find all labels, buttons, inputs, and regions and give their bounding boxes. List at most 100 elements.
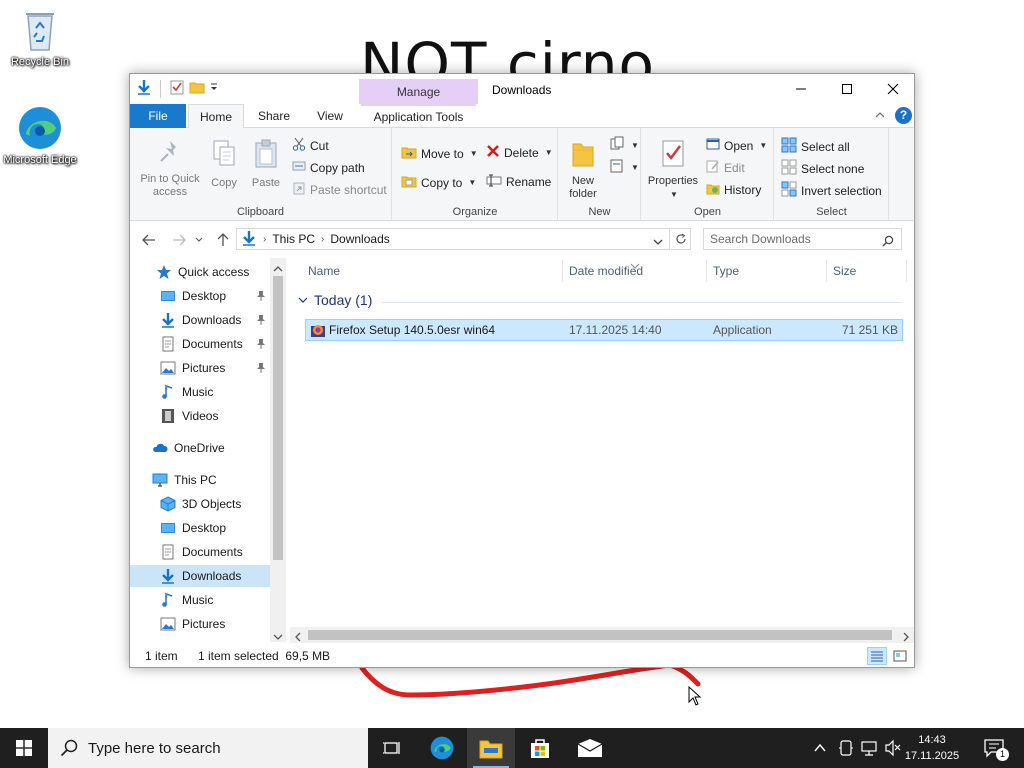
- customize-qat-icon[interactable]: [209, 81, 219, 96]
- column-divider[interactable]: [826, 260, 827, 282]
- collapse-ribbon-chevron-icon[interactable]: [874, 109, 886, 123]
- tab-home[interactable]: Home: [188, 104, 244, 129]
- title-bar[interactable]: Manage Downloads: [130, 74, 914, 104]
- new-item-button[interactable]: ▼: [609, 136, 639, 155]
- copy-to-button[interactable]: Copy to ▼: [401, 173, 476, 192]
- pin-quick-access-button[interactable]: Pin to Quick access: [136, 138, 204, 199]
- tab-application-tools[interactable]: Application Tools: [361, 104, 476, 128]
- search-input[interactable]: Search Downloads: [703, 228, 902, 250]
- task-view-button[interactable]: [368, 728, 416, 768]
- properties-button[interactable]: Properties ▼: [644, 138, 702, 201]
- sidebar-item-music[interactable]: Music: [130, 589, 270, 611]
- up-button[interactable]: [214, 231, 232, 249]
- new-folder-button[interactable]: New folder: [561, 138, 605, 201]
- scroll-left-icon[interactable]: [294, 631, 302, 645]
- forward-button[interactable]: [170, 231, 188, 249]
- column-divider[interactable]: [562, 260, 563, 282]
- sidebar-item-downloads[interactable]: Downloads: [130, 565, 270, 587]
- sidebar-item-pictures[interactable]: Pictures: [130, 357, 270, 379]
- copy-button[interactable]: Copy: [206, 138, 242, 190]
- taskbar-microsoft-store[interactable]: [516, 728, 564, 768]
- start-button[interactable]: [0, 728, 48, 768]
- group-divider: [382, 302, 902, 303]
- large-icons-view-button[interactable]: [890, 647, 910, 665]
- desktop-folder-icon: [160, 288, 176, 304]
- details-view-button[interactable]: [867, 647, 887, 665]
- desktop-icon-recycle-bin[interactable]: Recycle Bin: [2, 6, 78, 68]
- sidebar-item-desktop[interactable]: Desktop: [130, 285, 270, 307]
- tab-file[interactable]: File: [130, 104, 186, 128]
- paste-button[interactable]: Paste: [246, 138, 286, 190]
- sidebar-item-pictures[interactable]: Pictures: [130, 613, 270, 635]
- navigation-scrollbar[interactable]: [270, 258, 286, 642]
- minimize-button[interactable]: [778, 74, 824, 104]
- sidebar-item-3d-objects[interactable]: 3D Objects: [130, 493, 270, 515]
- taskbar-file-explorer[interactable]: [467, 728, 515, 768]
- horizontal-scrollbar[interactable]: [290, 627, 914, 643]
- easy-access-button[interactable]: ▼: [609, 158, 639, 177]
- column-header-type[interactable]: Type: [713, 258, 739, 284]
- recent-locations-button[interactable]: [194, 231, 204, 249]
- refresh-button[interactable]: [671, 228, 691, 250]
- copy-path-button[interactable]: Copy path: [292, 159, 365, 176]
- new-folder-qat-icon[interactable]: [189, 79, 205, 98]
- cut-button[interactable]: Cut: [292, 137, 329, 154]
- sidebar-item-downloads[interactable]: Downloads: [130, 309, 270, 331]
- sidebar-item-documents[interactable]: Documents: [130, 333, 270, 355]
- tab-view[interactable]: View: [306, 104, 354, 128]
- tab-share[interactable]: Share: [250, 104, 298, 128]
- network-icon[interactable]: [860, 739, 878, 760]
- properties-qat-icon[interactable]: [169, 79, 185, 98]
- action-center-button[interactable]: 1: [976, 728, 1012, 768]
- system-clock[interactable]: 14:43 17.11.2025: [902, 732, 962, 764]
- rename-button[interactable]: Rename: [486, 173, 551, 190]
- taskbar-edge[interactable]: [418, 728, 466, 768]
- edit-button[interactable]: Edit: [706, 159, 745, 176]
- column-divider[interactable]: [906, 260, 907, 282]
- scroll-up-icon[interactable]: [273, 262, 283, 276]
- manage-contextual-tab[interactable]: Manage: [359, 79, 478, 104]
- column-header-name[interactable]: Name: [308, 258, 340, 284]
- group-header-today[interactable]: Today (1): [298, 292, 372, 308]
- taskbar-mail[interactable]: [566, 728, 614, 768]
- scroll-right-icon[interactable]: [902, 631, 910, 645]
- sidebar-item-music[interactable]: Music: [130, 381, 270, 403]
- delete-button[interactable]: Delete ▼: [486, 144, 553, 161]
- column-divider[interactable]: [706, 260, 707, 282]
- maximize-button[interactable]: [824, 74, 870, 104]
- sidebar-item-quick-access[interactable]: Quick access: [130, 261, 270, 283]
- tray-device-icon[interactable]: [838, 739, 854, 760]
- desktop-icon-edge[interactable]: Microsoft Edge: [2, 104, 78, 166]
- sidebar-item-label: Videos: [182, 409, 219, 423]
- history-button[interactable]: History: [706, 181, 761, 198]
- back-button[interactable]: [140, 231, 158, 249]
- paste-shortcut-button[interactable]: Paste shortcut: [292, 181, 387, 198]
- taskbar-search-box[interactable]: Type here to search: [48, 728, 368, 768]
- table-row[interactable]: Firefox Setup 140.5.0esr win64 17.11.202…: [305, 319, 903, 341]
- sidebar-item-this-pc[interactable]: This PC: [130, 469, 270, 491]
- new-folder-icon: [561, 138, 605, 172]
- large-icons-view-icon: [893, 650, 907, 662]
- open-button[interactable]: Open ▼: [706, 137, 767, 154]
- scroll-down-icon[interactable]: [273, 630, 283, 644]
- select-none-button[interactable]: Select none: [781, 159, 864, 178]
- sidebar-item-videos[interactable]: Videos: [130, 405, 270, 427]
- select-all-button[interactable]: Select all: [781, 137, 850, 156]
- computer-icon: [152, 472, 168, 488]
- sidebar-item-documents[interactable]: Documents: [130, 541, 270, 563]
- scroll-thumb[interactable]: [273, 276, 283, 560]
- show-hidden-icons-chevron-icon[interactable]: [814, 742, 826, 756]
- address-dropdown-icon[interactable]: [653, 235, 663, 249]
- help-icon[interactable]: ?: [895, 107, 912, 124]
- volume-muted-icon[interactable]: [884, 739, 902, 760]
- breadcrumb-downloads[interactable]: Downloads: [330, 232, 389, 246]
- move-to-button[interactable]: Move to ▼: [401, 144, 478, 163]
- address-bar[interactable]: › This PC › Downloads: [236, 228, 670, 250]
- sidebar-item-onedrive[interactable]: OneDrive: [130, 437, 270, 459]
- scroll-thumb[interactable]: [308, 630, 892, 640]
- sidebar-item-desktop[interactable]: Desktop: [130, 517, 270, 539]
- close-button[interactable]: [870, 74, 916, 104]
- breadcrumb-this-pc[interactable]: This PC: [272, 232, 315, 246]
- column-header-size[interactable]: Size: [833, 258, 856, 284]
- invert-selection-button[interactable]: Invert selection: [781, 181, 882, 200]
